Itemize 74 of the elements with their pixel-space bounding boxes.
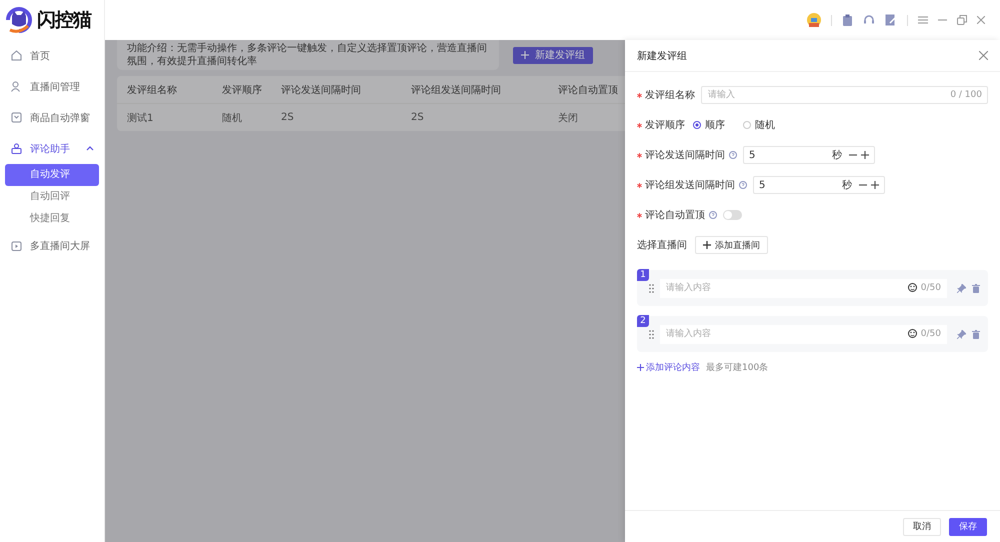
- close-icon[interactable]: [979, 51, 988, 60]
- add-room-button[interactable]: 添加直播间: [695, 236, 768, 254]
- feature-notice: 功能介绍：无需手动操作，多条评论一键触发，自定义选择置顶评论，营造直播间氛围，有效提升直播间转化率: [117, 40, 499, 70]
- field-label: 发评组名称: [645, 89, 695, 102]
- character-counter: 0/50: [920, 282, 941, 292]
- toggle-switch[interactable]: [723, 210, 742, 220]
- field-label: 选择直播间: [637, 238, 687, 252]
- column-header: 发评顺序: [222, 84, 263, 96]
- radio-option[interactable]: 随机: [743, 118, 775, 132]
- field-label: 评论自动置顶: [645, 208, 705, 222]
- column-header: 评论发送间隔时间: [281, 84, 362, 96]
- close-icon[interactable]: [977, 16, 985, 24]
- sidebar-item[interactable]: 直播间管理: [0, 71, 104, 102]
- sidebar-item[interactable]: 评论助手: [0, 133, 104, 164]
- column-header: 评论组发送间隔时间: [411, 84, 502, 96]
- column-header: 评论自动置顶: [558, 84, 618, 96]
- avatar-icon[interactable]: [807, 13, 821, 27]
- tv-icon: [11, 240, 22, 251]
- restore-icon[interactable]: [957, 15, 967, 25]
- sidebar-item[interactable]: 首页: [0, 40, 104, 71]
- app-logo-text: 闪控猫: [37, 8, 91, 33]
- number-field[interactable]: 5 秒: [753, 176, 885, 194]
- sidebar-item[interactable]: 多直播间大屏: [0, 230, 104, 261]
- drag-handle-icon[interactable]: [649, 284, 654, 292]
- limit-hint: 最多可建100条: [706, 362, 768, 374]
- cancel-button[interactable]: 取消: [903, 518, 941, 536]
- table-cell-text: 2S: [281, 112, 295, 123]
- drag-handle-icon[interactable]: [649, 330, 654, 338]
- plus-icon: [637, 364, 644, 370]
- table-cell-text: 测试1: [127, 112, 154, 124]
- radio-option[interactable]: 顺序: [693, 118, 725, 132]
- plus-icon: [703, 241, 711, 249]
- table-cell-text: 2S: [411, 112, 425, 123]
- field-label: 发评顺序: [645, 118, 685, 132]
- window-icon: [11, 112, 22, 123]
- sidebar-subitem[interactable]: 自动回评: [5, 186, 99, 208]
- column-header: 发评组名称: [127, 84, 178, 96]
- plus-icon[interactable]: [871, 181, 879, 189]
- edit-icon[interactable]: [885, 14, 897, 26]
- field-label: 评论组发送间隔时间: [645, 178, 735, 192]
- pin-icon[interactable]: [957, 330, 966, 338]
- number-field[interactable]: 5 秒: [743, 146, 875, 164]
- headset-icon[interactable]: [863, 14, 875, 26]
- clipboard-icon[interactable]: [842, 14, 853, 26]
- help-icon[interactable]: [709, 211, 717, 219]
- character-counter: 0 / 100: [950, 90, 982, 100]
- field-label: 评论发送间隔时间: [645, 148, 725, 162]
- caret-icon: [86, 146, 94, 151]
- sidebar-item[interactable]: 商品自动弹窗: [0, 102, 104, 133]
- plus-icon: [521, 51, 529, 59]
- new-group-button[interactable]: 新建发评组: [513, 46, 593, 64]
- index-badge: 2: [637, 315, 649, 327]
- sidebar-subitem[interactable]: 快捷回复: [5, 208, 99, 230]
- drawer-title: 新建发评组: [637, 50, 687, 62]
- trash-icon[interactable]: [972, 284, 980, 292]
- index-badge: 1: [637, 269, 649, 281]
- table-cell-text: 随机: [222, 112, 243, 124]
- add-comment-link[interactable]: 添加评论内容: [637, 360, 700, 374]
- help-icon[interactable]: [729, 151, 737, 159]
- save-button[interactable]: 保存: [949, 518, 987, 536]
- robot-icon: [11, 143, 22, 154]
- sidebar-subitem[interactable]: 自动发评: [5, 164, 99, 186]
- help-icon[interactable]: [739, 181, 747, 189]
- trash-icon[interactable]: [972, 330, 980, 338]
- table-cell-text: 关闭: [558, 112, 579, 124]
- cat-logo-icon: [4, 6, 34, 34]
- character-counter: 0/50: [920, 328, 941, 338]
- pin-icon[interactable]: [957, 284, 966, 292]
- emoji-icon[interactable]: [908, 329, 917, 338]
- plus-icon[interactable]: [861, 151, 869, 159]
- emoji-icon[interactable]: [908, 283, 917, 292]
- home-icon: [11, 50, 22, 61]
- menu-icon[interactable]: [918, 16, 928, 24]
- user-icon: [11, 81, 22, 92]
